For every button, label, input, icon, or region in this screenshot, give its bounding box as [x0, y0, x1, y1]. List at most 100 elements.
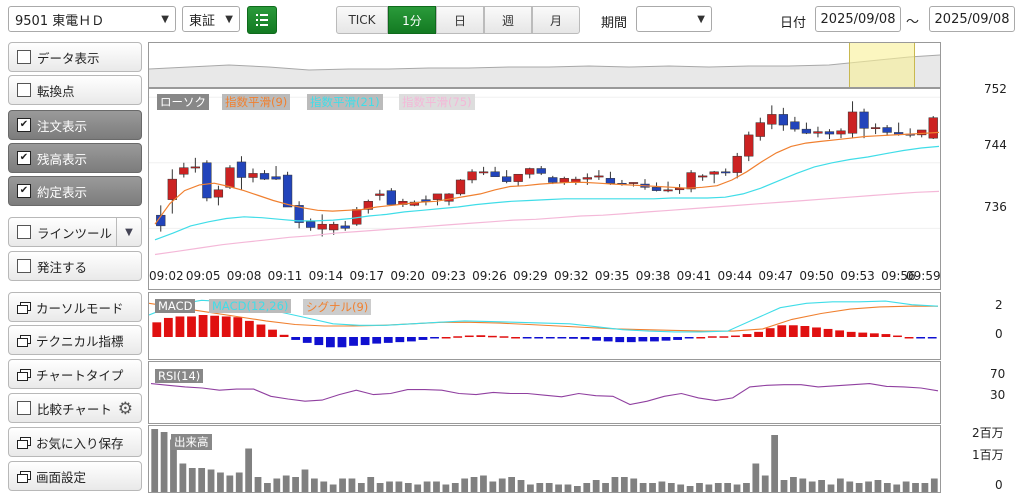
volume-bar	[902, 481, 910, 492]
candle-up	[686, 172, 696, 190]
sidebar-execution-display[interactable]: ✔ 約定表示	[8, 176, 142, 206]
tab-day[interactable]: 日	[436, 6, 484, 34]
candle-down	[502, 176, 512, 182]
volume-bar	[217, 472, 224, 492]
list-view-button[interactable]	[247, 6, 277, 34]
macd-histogram-bar	[858, 332, 868, 337]
candle-up	[928, 117, 938, 139]
tab-1min[interactable]: 1分	[388, 6, 436, 34]
macd-histogram-bar	[279, 334, 289, 337]
candle-down	[340, 225, 350, 229]
volume-bar	[649, 483, 656, 492]
macd-histogram-bar	[615, 337, 625, 343]
candle-up	[847, 111, 858, 134]
volume-bar	[329, 484, 337, 492]
sidebar-place-order[interactable]: 発注する	[8, 251, 142, 281]
candlestick-panel[interactable]: 09:02 09:05 09:08 09:11 09:14 09:17 09:20 09:23…	[148, 88, 941, 290]
candle-down	[548, 177, 558, 183]
vol-y-tick-1m: 1百万	[972, 448, 1004, 462]
macd-histogram-bar	[673, 337, 682, 340]
macd-histogram-bar	[719, 336, 729, 338]
sidebar-line-tool[interactable]: ラインツール ▼	[8, 217, 142, 247]
volume-bar	[761, 475, 769, 492]
sidebar-cursor-mode[interactable]: カーソルモード	[8, 292, 142, 322]
legend-macd-line: MACD(12,26)	[209, 299, 292, 313]
macd-histogram-bar	[302, 337, 312, 343]
x-tick-label: 09:50	[799, 269, 834, 283]
volume-bar	[780, 480, 788, 492]
volume-bar	[498, 478, 506, 492]
date-from-value: 2025/09/08	[820, 11, 896, 27]
volume-bar	[555, 484, 562, 492]
volume-bar	[367, 477, 375, 492]
volume-bar	[292, 477, 299, 492]
macd-histogram-bar	[650, 337, 659, 342]
volume-panel[interactable]: 出来高	[148, 425, 941, 493]
candle-down	[202, 162, 212, 199]
period-select[interactable]: ▼	[636, 6, 712, 32]
candle-down	[236, 161, 247, 178]
sidebar-data-display[interactable]: データ表示	[8, 42, 142, 72]
list-icon	[256, 14, 268, 26]
exchange-select[interactable]: 東証 ▼	[182, 6, 240, 32]
window-icon	[17, 368, 31, 381]
legend-macd: MACD	[155, 299, 196, 313]
macd-histogram-bar	[163, 317, 173, 337]
volume-bar	[480, 475, 487, 492]
volume-bar	[714, 483, 722, 492]
checkbox-checked: ✔	[17, 151, 31, 165]
volume-bar	[573, 486, 581, 492]
volume-bar	[874, 480, 882, 492]
vol-y-tick-2m: 2百万	[972, 426, 1004, 440]
macd-histogram-bar	[395, 337, 405, 343]
tab-month[interactable]: 月	[532, 6, 580, 34]
sidebar-save-favorite[interactable]: お気に入り保存	[8, 427, 142, 457]
rsi-panel[interactable]: RSI(14)	[148, 361, 941, 424]
volume-bar	[226, 475, 234, 492]
volume-bar	[386, 481, 393, 492]
x-tick-label: 09:11	[268, 269, 303, 283]
volume-bar	[545, 483, 553, 492]
candle-up	[698, 175, 708, 178]
symbol-select[interactable]: 9501 東電ＨＤ ▼	[8, 6, 176, 32]
gear-icon[interactable]: ⚙	[118, 399, 133, 419]
x-tick-label: 09:53	[840, 269, 875, 283]
candle-down	[536, 168, 546, 174]
chevron-down-icon[interactable]: ▼	[116, 218, 141, 246]
candle-up	[525, 168, 535, 175]
chevron-down-icon: ▼	[225, 13, 233, 25]
sidebar-turning-point[interactable]: 転換点	[8, 75, 142, 105]
macd-panel[interactable]: MACD MACD(12,26) シグナル(9)	[148, 292, 941, 360]
date-to-input[interactable]: 2025/09/08	[929, 6, 1015, 32]
sidebar-balance-display[interactable]: ✔ 残高表示	[8, 143, 142, 173]
volume-bar	[799, 478, 807, 492]
sidebar-order-display[interactable]: ✔ 注文表示	[8, 110, 142, 140]
tab-week[interactable]: 週	[484, 6, 532, 34]
macd-histogram-bar	[291, 337, 301, 340]
candle-up	[455, 179, 466, 195]
sidebar-compare-chart[interactable]: 比較チャート ⚙	[8, 393, 142, 423]
volume-bar	[921, 483, 929, 492]
y-tick-752: 752	[984, 82, 1007, 96]
macd-histogram-bar	[812, 327, 821, 337]
tab-tick[interactable]: TICK	[336, 6, 388, 34]
macd-histogram-bar	[846, 331, 856, 337]
overview-navigator[interactable]	[148, 42, 941, 88]
rsi-y-tick-30: 30	[990, 388, 1006, 402]
sidebar-chart-type[interactable]: チャートタイプ	[8, 359, 142, 389]
volume-bar	[348, 478, 356, 492]
overview-window[interactable]	[849, 43, 915, 87]
sidebar-screen-settings[interactable]: 画面設定	[8, 461, 142, 491]
candle-up	[167, 178, 177, 200]
macd-histogram-bar	[580, 337, 590, 340]
sidebar-technical-indicators[interactable]: テクニカル指標	[8, 325, 142, 355]
date-from-input[interactable]: 2025/09/08	[815, 6, 901, 32]
candle-down	[894, 132, 904, 135]
candle-up	[767, 114, 777, 125]
macd-histogram-bar	[661, 337, 671, 341]
volume-bar	[320, 481, 328, 492]
volume-bar	[893, 484, 901, 492]
legend-ema9: 指数平滑(9)	[222, 94, 291, 110]
x-tick-label: 09:29	[513, 269, 548, 283]
macd-histogram-bar	[626, 337, 636, 343]
